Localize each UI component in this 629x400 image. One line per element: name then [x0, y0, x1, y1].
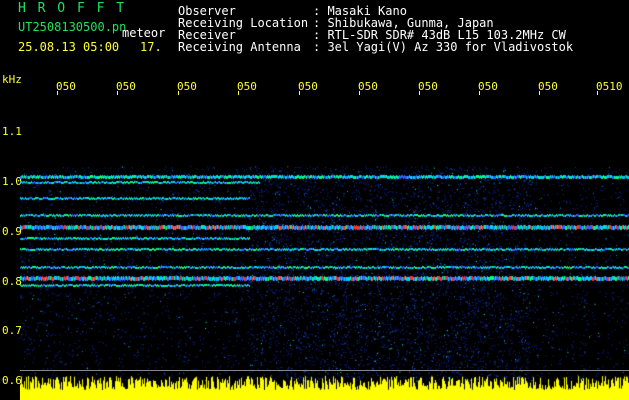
x-tick: 050: [478, 80, 498, 95]
x-tick: 050: [538, 80, 558, 95]
spectrogram: [20, 96, 629, 400]
antenna-value: : 3el Yagi(V) Az 330 for Vladivostok: [313, 40, 574, 54]
y-tick: 1.1: [2, 125, 22, 138]
x-tick: 050: [418, 80, 438, 95]
file-suffix: meteor: [122, 26, 166, 40]
unit-label: kHz: [2, 73, 22, 86]
x-tick: 0510: [596, 80, 623, 95]
y-tick: 1.0: [2, 175, 22, 188]
y-tick: 0.6: [2, 374, 22, 387]
y-tick: 0.7: [2, 324, 22, 337]
x-tick: 050: [56, 80, 76, 95]
baseline-divider: [20, 370, 629, 371]
x-tick: 050: [177, 80, 197, 95]
antenna-label: Receiving Antenna: [178, 40, 301, 54]
station-title: H R O F F T: [18, 1, 127, 16]
x-tick: 050: [298, 80, 318, 95]
y-tick: 0.8: [2, 275, 22, 288]
meteor-count: 17.: [140, 40, 162, 54]
date-time: 25.08.13 05:00: [18, 40, 120, 54]
file-name: UT2508130500.pn: [18, 20, 127, 34]
x-tick: 050: [237, 80, 257, 95]
x-tick: 050: [358, 80, 378, 95]
y-tick: 0.9: [2, 225, 22, 238]
x-tick: 050: [116, 80, 136, 95]
